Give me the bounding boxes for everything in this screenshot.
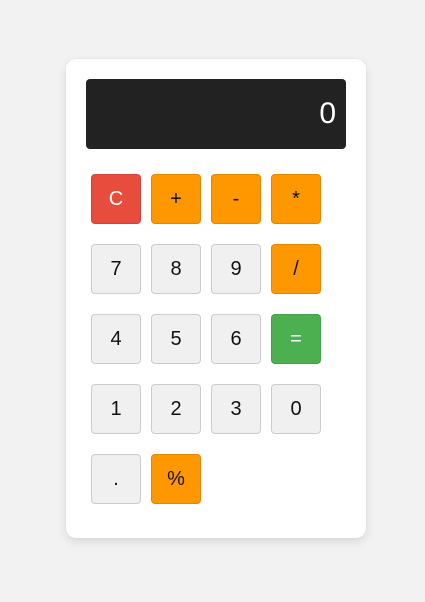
clear-button[interactable]: C <box>91 174 141 224</box>
subtract-button[interactable]: - <box>211 174 261 224</box>
percent-button[interactable]: % <box>151 454 201 504</box>
decimal-button[interactable]: . <box>91 454 141 504</box>
keypad: C + - * 7 8 9 / 4 5 6 = 1 2 3 0 . % <box>91 174 321 504</box>
calculator-panel: 0 C + - * 7 8 9 / 4 5 6 = 1 2 3 0 . % <box>66 59 366 538</box>
digit-7-button[interactable]: 7 <box>91 244 141 294</box>
digit-2-button[interactable]: 2 <box>151 384 201 434</box>
digit-8-button[interactable]: 8 <box>151 244 201 294</box>
digit-3-button[interactable]: 3 <box>211 384 261 434</box>
calculator-display: 0 <box>86 79 346 149</box>
digit-5-button[interactable]: 5 <box>151 314 201 364</box>
digit-9-button[interactable]: 9 <box>211 244 261 294</box>
divide-button[interactable]: / <box>271 244 321 294</box>
multiply-button[interactable]: * <box>271 174 321 224</box>
equals-button[interactable]: = <box>271 314 321 364</box>
add-button[interactable]: + <box>151 174 201 224</box>
digit-0-button[interactable]: 0 <box>271 384 321 434</box>
digit-4-button[interactable]: 4 <box>91 314 141 364</box>
digit-1-button[interactable]: 1 <box>91 384 141 434</box>
digit-6-button[interactable]: 6 <box>211 314 261 364</box>
